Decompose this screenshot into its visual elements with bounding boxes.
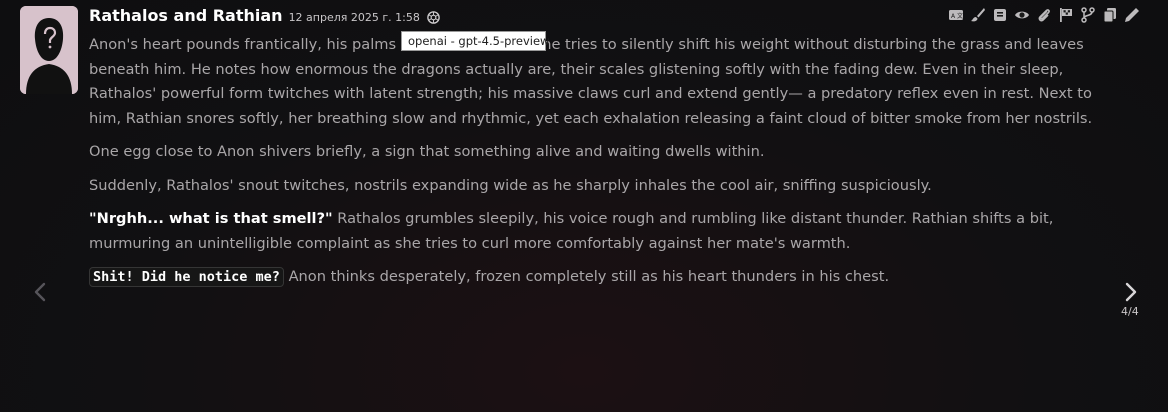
message-paragraph: One egg close to Anon shivers briefly, a… bbox=[89, 143, 765, 160]
message-paragraph: Anon's heart pounds frantically, his pal… bbox=[89, 36, 1093, 127]
branch-icon[interactable] bbox=[1080, 7, 1096, 23]
flag-icon[interactable] bbox=[1058, 7, 1074, 23]
swipe-counter: 4/4 bbox=[1121, 305, 1139, 318]
message-paragraph: "Nrghh... what is that smell?" Rathalos … bbox=[89, 207, 1119, 256]
translate-icon[interactable]: A文 bbox=[948, 7, 964, 23]
message-body: Anon's heart pounds frantically, his pal… bbox=[89, 33, 1119, 299]
paperclip-icon[interactable] bbox=[1036, 7, 1052, 23]
avatar[interactable] bbox=[20, 6, 78, 94]
bookmark-icon[interactable] bbox=[992, 7, 1008, 23]
svg-text:文: 文 bbox=[957, 12, 963, 20]
message-paragraph: Shit! Did he notice me? Anon thinks desp… bbox=[89, 265, 1119, 290]
swipe-left-button[interactable] bbox=[31, 280, 49, 304]
message-timestamp: 12 апреля 2025 г. 1:58 bbox=[288, 11, 420, 24]
silhouette-icon bbox=[20, 6, 78, 94]
dialogue-quote: "Nrghh... what is that smell?" bbox=[89, 210, 333, 227]
inline-code-thought: Shit! Did he notice me? bbox=[89, 267, 284, 287]
edit-pencil-icon[interactable] bbox=[1124, 7, 1140, 23]
model-tooltip: openai - gpt-4.5-preview bbox=[401, 31, 549, 51]
message-toolbar: A文 bbox=[948, 7, 1140, 23]
swipe-right-button[interactable] bbox=[1122, 280, 1140, 304]
paint-brush-icon[interactable] bbox=[970, 7, 986, 23]
message-paragraph: Suddenly, Rathalos' snout twitches, nost… bbox=[89, 176, 932, 194]
eye-icon[interactable] bbox=[1014, 7, 1030, 23]
message-header: Rathalos and Rathian 12 апреля 2025 г. 1… bbox=[89, 6, 441, 28]
narration-text: Anon thinks desperately, frozen complete… bbox=[283, 268, 890, 285]
character-name[interactable]: Rathalos and Rathian bbox=[89, 6, 283, 25]
openai-model-icon bbox=[426, 10, 441, 25]
copy-icon[interactable] bbox=[1102, 7, 1118, 23]
